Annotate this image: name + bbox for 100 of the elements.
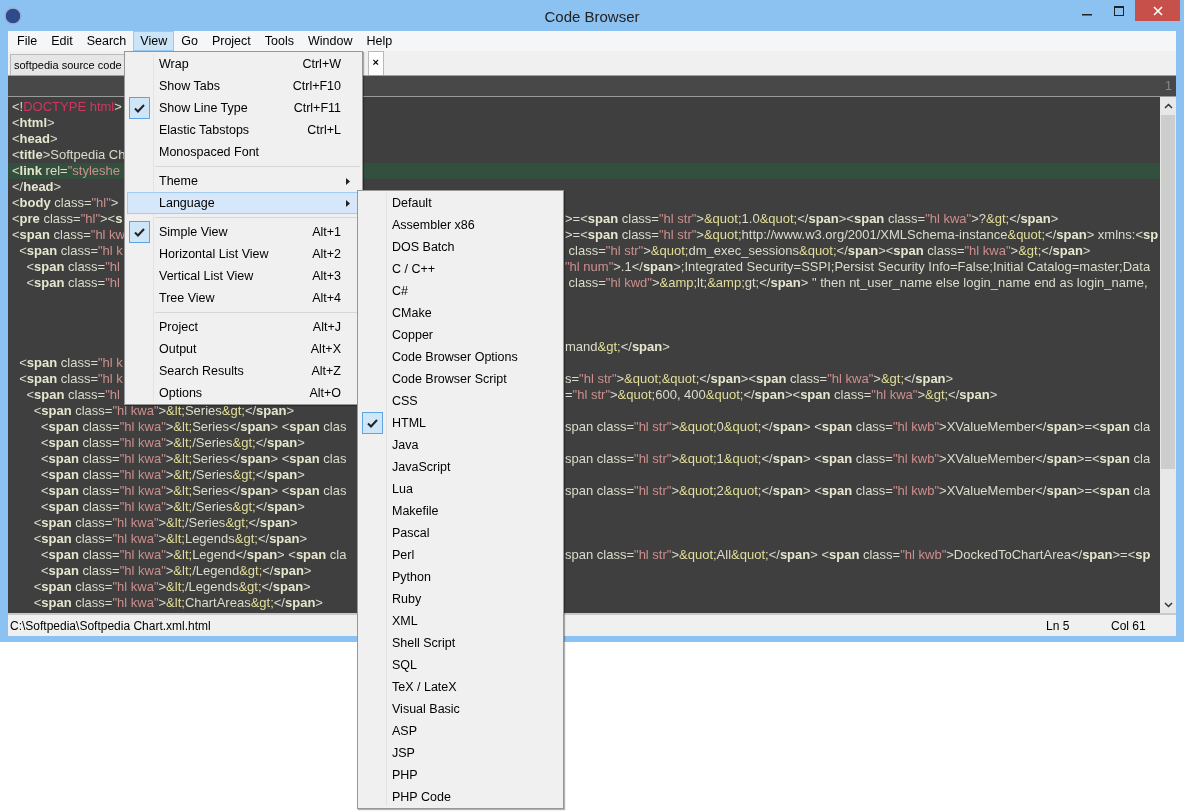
code-text: <span class="hl k [18, 371, 123, 386]
menu-item[interactable]: Options Alt+O [127, 382, 360, 404]
menu-item[interactable]: JSP [360, 742, 561, 764]
code-text: <span class="hl kwa">&lt;Series</span> <span clas [39, 483, 347, 498]
menu-item[interactable]: Default [360, 192, 561, 214]
line-indicator: Ln 5 [1046, 617, 1071, 635]
menu-item[interactable]: PHP [360, 764, 561, 786]
check-icon [134, 103, 145, 113]
code-text: <span class="hl kwa">&lt;Legend</span> <span cla [39, 547, 347, 562]
menu-item[interactable]: C# [360, 280, 561, 302]
close-icon [1152, 5, 1163, 16]
code-text: class="hl str">&quot;dm_exec_sessions&quot;</span><span class="hl kwa">&gt;</span> [567, 243, 1091, 259]
code-text: <head> [12, 131, 58, 146]
code-text: <!DOCTYPE html> [12, 99, 122, 114]
menu-item[interactable]: View [133, 31, 175, 51]
scrollbar-thumb[interactable] [1161, 115, 1175, 469]
menu-item[interactable]: CSS [360, 390, 561, 412]
menu-item[interactable]: SQL [360, 654, 561, 676]
checkbox[interactable] [129, 97, 150, 119]
menu-item[interactable]: Copper [360, 324, 561, 346]
code-text: span class="hl str">&quot;0&quot;</span> <span class="hl kwb">XValueMember</span>=<span cla [565, 419, 1151, 435]
code-text: <span class="hl [25, 275, 120, 290]
menu-item[interactable]: XML [360, 610, 561, 632]
code-text: <span class="hl k [18, 355, 123, 370]
menu-item[interactable]: Visual Basic [360, 698, 561, 720]
menu-item[interactable]: Search Results Alt+Z [127, 360, 360, 382]
menu-item[interactable]: Horizontal List View Alt+2 [127, 243, 360, 265]
menu-item[interactable]: C / C++ [360, 258, 561, 280]
menu-item[interactable]: File [10, 31, 45, 51]
tab[interactable]: softpedia source code [10, 54, 126, 75]
menu-item[interactable]: CMake [360, 302, 561, 324]
code-text: class="hl kwd">&amp;lt;&amp;gt;</span> " then nt_user_name else login_name end as login_name, [567, 275, 1148, 291]
menu-item[interactable]: Edit [44, 31, 80, 51]
menu-item[interactable]: Java [360, 434, 561, 456]
checkbox[interactable] [362, 412, 383, 434]
menu-item[interactable]: Perl [360, 544, 561, 566]
code-text: <span class="hl kwa">&lt;Series&gt;</span> [32, 403, 295, 418]
menu-item[interactable]: Help [359, 31, 400, 51]
maximize-icon [1114, 5, 1124, 16]
menu-item[interactable]: Python [360, 566, 561, 588]
menu-item[interactable]: Ruby [360, 588, 561, 610]
menu-item[interactable]: Show Tabs Ctrl+F10 [127, 75, 360, 97]
menu-item[interactable]: Output Alt+X [127, 338, 360, 360]
menu-item[interactable]: Assembler x86 [360, 214, 561, 236]
menu-item[interactable]: HTML [360, 412, 561, 434]
menu-item[interactable]: Go [174, 31, 205, 51]
code-text: <span class="hl kwa">&lt;/Legends&gt;</span> [32, 579, 311, 594]
tab-close-button[interactable]: × [367, 51, 384, 75]
scroll-up-icon[interactable] [1163, 102, 1173, 109]
checkbox[interactable] [129, 221, 150, 243]
menu-item[interactable]: Search [79, 31, 134, 51]
code-text: <span class="hl kwa">&lt;ChartAreas&gt;</span> [32, 595, 323, 610]
check-icon [134, 227, 145, 237]
window-title: Code Browser [544, 7, 640, 27]
menu-item[interactable]: Theme [127, 170, 360, 192]
menu-item[interactable]: PHP Code [360, 786, 561, 808]
menu-item[interactable]: Code Browser Script [360, 368, 561, 390]
menu-item[interactable]: Tools [257, 31, 301, 51]
code-text: </head> [12, 179, 62, 194]
menu-item[interactable]: Window [300, 31, 360, 51]
code-text: span class="hl str">&quot;1&quot;</span> <span class="hl kwb">XValueMember</span>=<span cla [565, 451, 1151, 467]
menu-item[interactable]: Pascal [360, 522, 561, 544]
menu-item[interactable]: Lua [360, 478, 561, 500]
menu-item[interactable]: Vertical List View Alt+3 [127, 265, 360, 287]
menu-item[interactable]: TeX / LateX [360, 676, 561, 698]
code-text: <html> [12, 115, 55, 130]
code-text: <pre class="hl"><s [12, 211, 123, 226]
menu-item[interactable]: Code Browser Options [360, 346, 561, 368]
file-path: C:\Softpedia\Softpedia Chart.xml.html [10, 617, 211, 635]
scroll-down-icon[interactable] [1163, 601, 1173, 608]
menu-item[interactable]: Simple View Alt+1 [127, 221, 360, 243]
menu-item[interactable]: Makefile [360, 500, 561, 522]
menu-item[interactable]: ASP [360, 720, 561, 742]
menu-item[interactable]: JavaScript [360, 456, 561, 478]
code-text: <span class="hl kwa">&lt;/Legend&gt;</span> [39, 563, 312, 578]
code-text: <link rel="styleshe [12, 163, 120, 178]
code-text: <span class="hl k [18, 243, 123, 258]
code-text: s="hl str">&quot;&quot;</span><span class="hl kwa">&gt;</span> [565, 371, 954, 387]
menu-item[interactable]: Tree View Alt+4 [127, 287, 360, 309]
code-text: <span class="hl kwa">&lt;/Series&gt;</span> [39, 467, 305, 482]
menu-item[interactable]: Project [204, 31, 258, 51]
menu-item[interactable]: Shell Script [360, 632, 561, 654]
menu-item[interactable]: Show Line Type Ctrl+F11 [127, 97, 360, 119]
column-number: 1 [1165, 77, 1172, 95]
scrollbar[interactable] [1160, 97, 1176, 613]
code-text: <span class="hl kwa">&lt;/Series&gt;</span> [39, 499, 305, 514]
menu-item[interactable]: Monospaced Font [127, 141, 360, 163]
code-text: <span class="hl kwa">&lt;Series</span> <span clas [39, 451, 347, 466]
menu-item[interactable]: Language [127, 192, 360, 214]
code-text: span class="hl str">&quot;2&quot;</span> <span class="hl kwb">XValueMember</span>=<span cla [565, 483, 1151, 499]
code-text: ="hl str">&quot;600, 400&quot;</span><span class="hl kwa">&gt;</span> [565, 387, 998, 403]
code-text: <span class="hl kw [12, 227, 125, 242]
menu-item[interactable]: DOS Batch [360, 236, 561, 258]
submenu-arrow-icon [346, 199, 350, 207]
submenu-arrow-icon [346, 177, 350, 185]
code-text: <span class="hl kwa">&lt;/Series&gt;</span> [32, 515, 298, 530]
menu-item[interactable]: Elastic Tabstops Ctrl+L [127, 119, 360, 141]
menu-item[interactable]: Wrap Ctrl+W [127, 53, 360, 75]
menu-item[interactable]: Project Alt+J [127, 316, 360, 338]
code-text: >=<span class="hl str">&quot;http://www.w3.org/2001/XMLSchema-instance&quot;</span> xmlns:<sp [565, 227, 1159, 243]
